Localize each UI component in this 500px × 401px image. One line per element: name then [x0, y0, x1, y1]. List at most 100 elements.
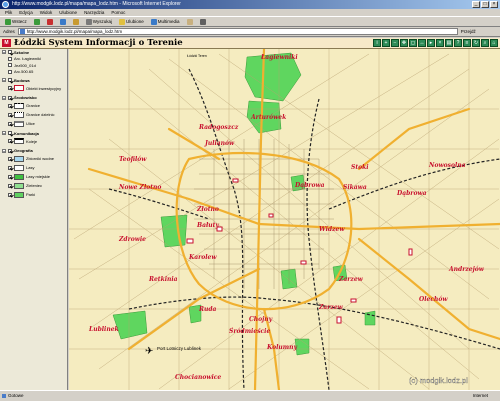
page-title: Łódzki System Informacji o Terenie [14, 38, 183, 48]
label-nowosolna: Nowosolna [428, 162, 466, 169]
label-nowe-zlotno: Nowe Złotno [118, 184, 161, 191]
label-zdrowie: Zdrowie [118, 236, 146, 243]
map-canvas[interactable]: Łagiewniki Arturówek Julianów Radogoszcz… [69, 49, 500, 390]
collapse-icon[interactable]: − [2, 78, 6, 83]
zoom-out-tool-icon[interactable]: − [391, 39, 399, 47]
zoom-in-tool-icon[interactable]: + [382, 39, 390, 47]
layer-checkbox[interactable] [8, 103, 12, 108]
layer-checkbox[interactable] [8, 131, 12, 136]
legend-swatch [14, 182, 24, 189]
ie-icon [2, 1, 9, 8]
layer-checkbox[interactable] [8, 56, 12, 61]
search-icon [85, 18, 92, 25]
favorites-button[interactable]: Ulubione [117, 18, 146, 26]
menu-edit[interactable]: Edycja [19, 9, 33, 16]
layer-checkbox[interactable] [8, 121, 12, 126]
legend-group-budowa: − Budowa Obiekt inwestycyjny [2, 77, 62, 91]
select-tool-icon[interactable]: ▸ [427, 39, 435, 47]
layer-checkbox[interactable] [8, 95, 12, 100]
menu-view[interactable]: Widok [40, 9, 53, 16]
layer-checkbox[interactable] [8, 183, 12, 188]
media-icon [150, 18, 157, 25]
legend-group-geografia: − Geografia Zbiorniki wodne Lasy Lasy mie… [2, 148, 55, 198]
address-label: Adres [3, 29, 15, 34]
go-button[interactable]: Przejdź [461, 29, 476, 34]
layer-checkbox[interactable] [8, 165, 12, 170]
refresh-icon [59, 18, 66, 25]
layer-checkbox[interactable] [8, 86, 12, 90]
info-tool-icon[interactable]: i [373, 39, 381, 47]
label-teofilow: Teofilów [119, 156, 147, 163]
legend-group-komunikacja: − Komunikacja Koleje [2, 130, 39, 144]
toolbar: Wstecz Wyszukaj Ulubione Multimedia [0, 17, 500, 27]
close-button[interactable]: × [490, 1, 498, 8]
scale-label: Łódzki Teren [187, 54, 207, 58]
label-arturowek: Arturówek [250, 114, 286, 121]
back-button[interactable]: Wstecz [3, 18, 29, 26]
airport-marker: ✈ Port Lotniczy Lublinek [145, 346, 202, 357]
minor-streets [69, 49, 500, 390]
stop-icon [46, 18, 53, 25]
label-lublinek: Lublinek [88, 326, 119, 333]
measure-tool-icon[interactable]: ↔ [418, 39, 426, 47]
airplane-icon: ✈ [145, 346, 153, 357]
title-bar: http://www.modgik.lodz.pl/mapa/mapa_lodz… [0, 0, 500, 9]
layer-checkbox[interactable] [8, 63, 12, 68]
home-button[interactable] [71, 18, 81, 26]
refresh-button[interactable] [58, 18, 68, 26]
menu-file[interactable]: Plik [5, 9, 12, 16]
airport-label: Port Lotniczy Lublinek [157, 346, 202, 351]
layer-checkbox[interactable] [8, 174, 12, 179]
collapse-icon[interactable]: − [2, 131, 6, 136]
collapse-icon[interactable]: − [2, 148, 6, 153]
menu-help[interactable]: Pomoc [111, 9, 125, 16]
legend-swatch [14, 85, 24, 91]
print-button[interactable] [198, 18, 208, 26]
collapse-icon[interactable]: − [2, 50, 6, 55]
menu-tools[interactable]: Narzędzia [84, 9, 104, 16]
stop-button[interactable] [45, 18, 55, 26]
legend-group-szkolne: − Szkolne Arc. Łagiewniki Jez500_01d Arc.… [2, 49, 41, 75]
layer-checkbox[interactable] [8, 148, 12, 153]
modgik-logo: M [2, 39, 11, 47]
mail-button[interactable] [185, 18, 195, 26]
clear-tool-icon[interactable]: × [436, 39, 444, 47]
legend-swatch [14, 173, 24, 180]
maximize-button[interactable]: □ [481, 1, 489, 8]
layer-checkbox[interactable] [8, 78, 12, 83]
page-icon [19, 29, 25, 34]
label-retkinia: Retkinia [148, 276, 178, 283]
status-text: Gotowe [8, 393, 24, 398]
layer-checkbox[interactable] [8, 192, 12, 197]
menu-favorites[interactable]: Ulubione [59, 9, 77, 16]
map-toolbar: i + − ✥ ◻ ↔ ▸ × ▤ ? ≡ ↻ ⌕ ⌂ [373, 39, 498, 47]
forward-button[interactable] [32, 18, 42, 26]
print-tool-icon[interactable]: ▤ [445, 39, 453, 47]
layer-checkbox[interactable] [8, 50, 12, 55]
search-tool-icon[interactable]: ⌕ [481, 39, 489, 47]
address-bar: Adres http://www.modgik.lodz.pl/mapa/map… [0, 27, 500, 37]
collapse-icon[interactable]: − [2, 95, 6, 100]
mail-icon [186, 18, 193, 25]
address-input[interactable]: http://www.modgik.lodz.pl/mapa/mapa_lodz… [17, 28, 458, 35]
pan-tool-icon[interactable]: ✥ [400, 39, 408, 47]
city-map[interactable]: Łagiewniki Arturówek Julianów Radogoszcz… [69, 49, 500, 390]
label-dabrowa-2: Dąbrowa [294, 182, 325, 189]
layers-tool-icon[interactable]: ≡ [463, 39, 471, 47]
minimize-button[interactable]: _ [472, 1, 480, 8]
search-button[interactable]: Wyszukaj [84, 18, 114, 26]
layer-checkbox[interactable] [8, 156, 12, 161]
label-baluty: Bałuty [196, 222, 219, 229]
layer-checkbox[interactable] [8, 139, 12, 143]
home-tool-icon[interactable]: ⌂ [490, 39, 498, 47]
layer-checkbox[interactable] [8, 69, 12, 74]
help-tool-icon[interactable]: ? [454, 39, 462, 47]
label-andrzejow: Andrzejów [448, 266, 485, 273]
label-ruda: Ruda [198, 306, 217, 313]
full-extent-tool-icon[interactable]: ◻ [409, 39, 417, 47]
layer-checkbox[interactable] [8, 112, 12, 117]
back-arrow-icon [5, 18, 11, 25]
refresh-tool-icon[interactable]: ↻ [472, 39, 480, 47]
media-button[interactable]: Multimedia [149, 18, 182, 26]
legend-group-srodowisko: − Środowisko Granice Granice dzielnic Uli… [2, 95, 55, 127]
